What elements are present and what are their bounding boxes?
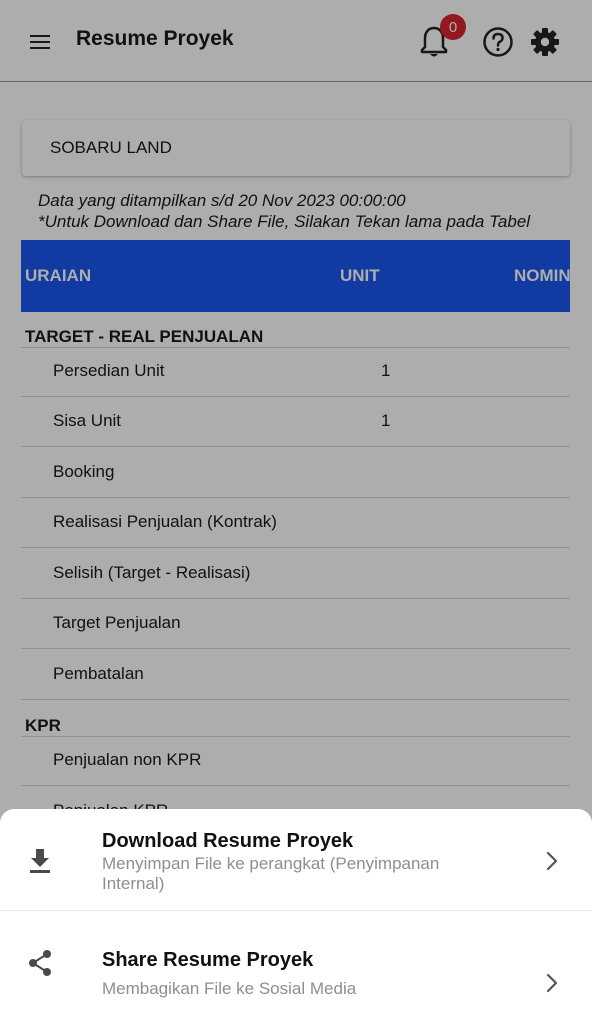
bottom-sheet: Download Resume Proyek Menyimpan File ke… [0, 809, 592, 1024]
screen: Resume Proyek 0 SOBARU LAND Data yang di… [0, 0, 592, 1024]
download-title: Download Resume Proyek [102, 830, 354, 852]
download-subtitle: Menyimpan File ke perangkat (Penyimpanan… [102, 854, 440, 893]
chevron-right-icon [538, 969, 566, 997]
share-subtitle: Membagikan File ke Sosial Media [102, 979, 357, 998]
chevron-right-icon [538, 847, 566, 875]
download-option[interactable]: Download Resume Proyek Menyimpan File ke… [0, 809, 592, 910]
share-title: Share Resume Proyek [102, 949, 314, 971]
download-icon [22, 843, 58, 879]
share-icon [22, 945, 58, 981]
share-option[interactable]: Share Resume Proyek Membagikan File ke S… [0, 911, 592, 1024]
